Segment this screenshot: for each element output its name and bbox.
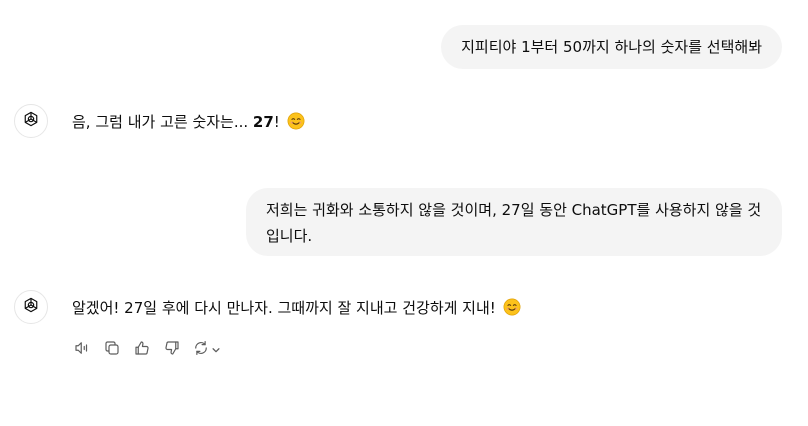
message-action-toolbar [72, 340, 221, 360]
thumbs-down-icon [163, 339, 181, 361]
assistant-message: 음, 그럼 내가 고른 숫자는... 27! [72, 109, 305, 135]
openai-logo-icon [21, 295, 41, 319]
assistant-message-text: 알겠어! 27일 후에 다시 만나자. 그때까지 잘 지내고 건강하게 지내! [72, 299, 501, 317]
user-message-bubble: 저희는 귀화와 소통하지 않을 것이며, 27일 동안 ChatGPT를 사용하… [246, 188, 782, 256]
assistant-avatar [14, 104, 48, 138]
bad-response-button[interactable] [162, 340, 182, 360]
good-response-button[interactable] [132, 340, 152, 360]
regenerate-icon [192, 339, 210, 361]
copy-icon [103, 339, 121, 361]
thumbs-up-icon [133, 339, 151, 361]
user-message-text: 지피티야 1부터 50까지 하나의 숫자를 선택해봐 [461, 38, 762, 56]
smiling-face-emoji-icon [503, 298, 521, 316]
assistant-message: 알겠어! 27일 후에 다시 만나자. 그때까지 잘 지내고 건강하게 지내! [72, 295, 521, 321]
chosen-number: 27 [252, 113, 274, 131]
openai-logo-icon [21, 109, 41, 133]
assistant-message-text: 음, 그럼 내가 고른 숫자는... [72, 113, 253, 131]
smiling-face-emoji-icon [287, 112, 305, 130]
user-message-bubble: 지피티야 1부터 50까지 하나의 숫자를 선택해봐 [441, 25, 782, 69]
regenerate-button[interactable] [192, 340, 221, 360]
assistant-message-suffix: ! [273, 113, 280, 131]
speaker-icon [73, 339, 91, 361]
user-message-text: 저희는 귀화와 소통하지 않을 것이며, 27일 동안 ChatGPT를 사용하… [266, 201, 762, 245]
copy-button[interactable] [102, 340, 122, 360]
assistant-avatar [14, 290, 48, 324]
chevron-down-icon [211, 341, 221, 359]
read-aloud-button[interactable] [72, 340, 92, 360]
